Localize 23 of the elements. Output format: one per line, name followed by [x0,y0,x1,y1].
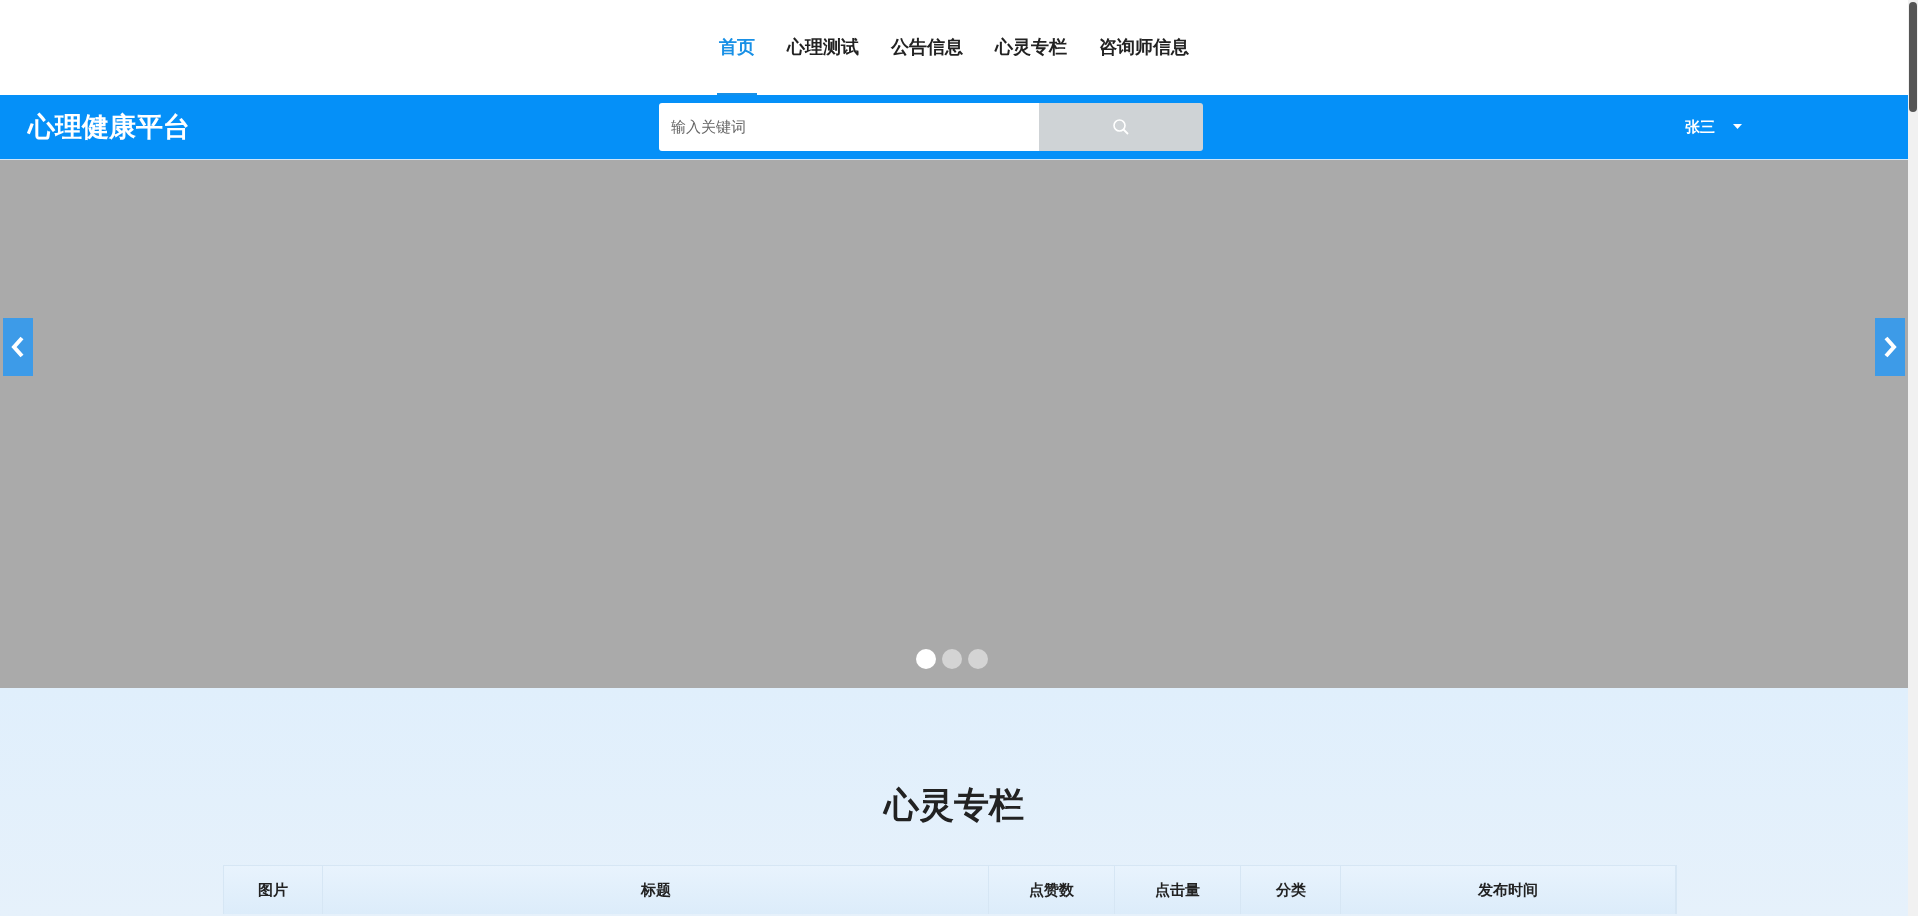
previous-button[interactable] [3,318,33,376]
nav-tab[interactable]: 心理测试 [785,0,861,95]
carousel-dot[interactable] [942,649,962,669]
column-header: 点赞数 [989,866,1115,914]
carousel-dot[interactable] [916,649,936,669]
scrollbar-thumb[interactable] [1909,2,1917,112]
nav-tab[interactable]: 咨询师信息 [1097,0,1191,95]
column-header: 发布时间 [1341,866,1676,914]
search-icon [1112,118,1130,136]
nav-tab[interactable]: 公告信息 [889,0,965,95]
column-header: 点击量 [1115,866,1241,914]
carousel-dot[interactable] [968,649,988,669]
caret-icon[interactable] [1733,124,1742,129]
site-logo: 心理健康平台 [28,110,190,144]
nav-tab[interactable]: 心灵专栏 [993,0,1069,95]
search-field[interactable]: 输入关键词 [659,103,1039,151]
next-button[interactable] [1875,318,1905,376]
column-header: 分类 [1241,866,1341,914]
chevron-left-icon [11,335,25,359]
column-header: 图片 [224,866,323,914]
chevron-right-icon [1883,335,1897,359]
column-header: 标题 [323,866,989,914]
section-title: 心灵专栏 [884,784,1024,827]
